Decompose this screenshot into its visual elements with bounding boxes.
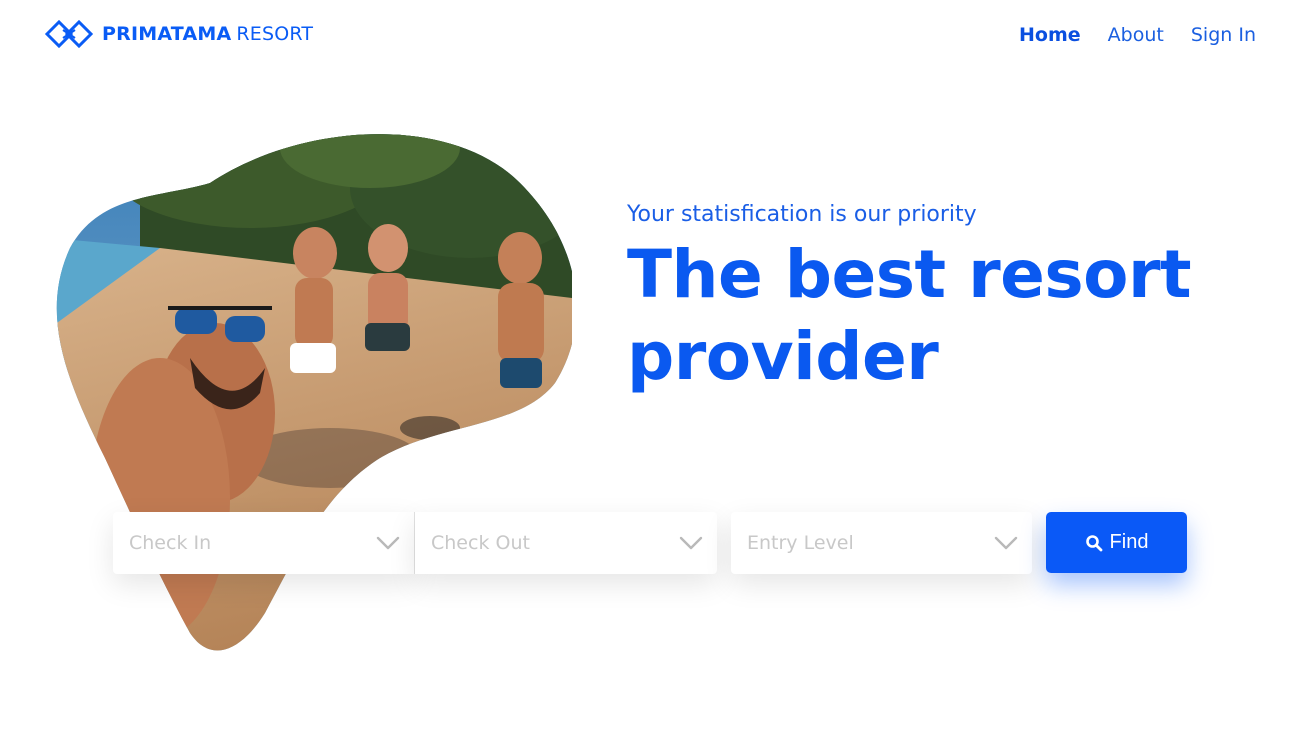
main-nav: Home About Sign In	[992, 20, 1256, 50]
landing-page: PRIMATAMA RESORT Home About Sign In Your…	[0, 0, 1304, 733]
find-button[interactable]: Find	[1046, 512, 1187, 573]
hero-headline-line-2: provider	[627, 318, 939, 395]
booking-search-bar: Check In Check Out Entry Level Find	[113, 512, 1188, 574]
diamond-logo-icon	[44, 19, 94, 49]
find-button-label: Find	[1109, 531, 1149, 553]
nav-about-link[interactable]: About	[1108, 20, 1164, 50]
hero-tagline: Your statisfication is our priority	[627, 202, 977, 227]
entry-level-select[interactable]: Entry Level	[731, 512, 1032, 574]
check-in-placeholder: Check In	[129, 532, 212, 554]
entry-level-placeholder: Entry Level	[747, 532, 854, 554]
nav-home-link[interactable]: Home	[1019, 20, 1081, 50]
brand-name-light: RESORT	[236, 23, 314, 45]
chevron-down-icon	[679, 536, 703, 550]
hero-headline: The best resort provider	[627, 234, 1247, 398]
nav-sign-in-link[interactable]: Sign In	[1191, 20, 1256, 50]
hero-headline-line-1: The best resort	[627, 236, 1192, 313]
check-in-select[interactable]: Check In	[113, 512, 414, 574]
search-icon	[1085, 534, 1102, 551]
chevron-down-icon	[376, 536, 400, 550]
brand-name-bold: PRIMATAMA	[102, 23, 232, 45]
check-out-select[interactable]: Check Out	[415, 512, 717, 574]
brand-name: PRIMATAMA RESORT	[102, 18, 313, 50]
hero-photo	[56, 134, 572, 651]
hero-copy: Your statisfication is our priority The …	[627, 200, 1247, 398]
brand-logo[interactable]: PRIMATAMA RESORT	[44, 18, 313, 50]
check-out-placeholder: Check Out	[431, 532, 530, 554]
chevron-down-icon	[994, 536, 1018, 550]
